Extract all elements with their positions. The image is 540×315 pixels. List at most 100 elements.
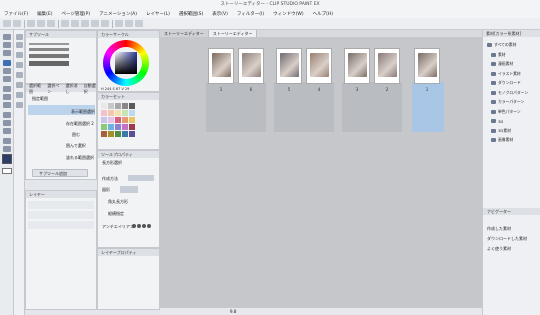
color-swatch[interactable] [108,131,114,137]
deselect-icon[interactable] [81,20,89,27]
rotate-tool-icon[interactable] [16,42,23,48]
snap-grid-icon[interactable] [125,20,133,27]
preset-item-5[interactable]: 囲んで選択 [66,143,86,149]
tab-story-editor-2[interactable]: ストーリーエディター [208,30,258,37]
material-folder-item[interactable]: 3D素材 [491,127,511,134]
color-swatch[interactable] [129,124,135,130]
color-wheel[interactable] [103,40,149,86]
undo-icon[interactable] [37,20,45,27]
color-swatch[interactable] [122,110,128,116]
menu-item-9[interactable]: ヘルプ(H) [313,11,333,17]
menu-item-6[interactable]: 表示(V) [212,11,228,17]
preset-item-3[interactable]: 存在範囲選択 2 [66,121,94,127]
preset-item-4[interactable]: 囲む [72,132,80,138]
material-folder-item[interactable]: ダウンロード [491,80,521,87]
color-swatch[interactable] [122,131,128,137]
color-swatch[interactable] [129,103,135,109]
save-icon[interactable] [27,20,35,27]
preset-item-6[interactable]: 塗れる範囲選択 [66,155,94,161]
material-folder-item[interactable]: 漫画素材 [491,61,513,68]
menu-item-7[interactable]: フィルター(I) [237,11,264,17]
tab-select[interactable]: 選択範囲 [29,83,41,95]
text-tool-icon[interactable] [3,138,11,144]
create-method-buttons[interactable] [128,175,154,181]
material-folder-item[interactable]: イラスト素材 [491,70,521,77]
page-thumbnail[interactable] [414,48,440,84]
brush-tool-icon[interactable] [3,102,11,108]
property-aspect[interactable]: 縦横指定 [108,211,124,217]
eraser-tool-icon[interactable] [3,112,11,118]
zoom-tool-icon[interactable] [3,34,11,40]
shape-buttons[interactable] [120,186,138,193]
color-swatch[interactable] [115,110,121,116]
auto-select-tool-icon[interactable] [3,68,11,74]
material-folder-item[interactable]: 画像素材 [491,137,513,144]
color-swatch[interactable] [122,124,128,130]
color-swatch[interactable] [108,124,114,130]
material-folder-item[interactable]: 3D [491,118,503,125]
color-swatch[interactable] [101,124,107,130]
pen-tool-icon[interactable] [3,86,11,92]
color-swatch[interactable] [129,131,135,137]
menu-item-5[interactable]: 選択範囲(S) [179,11,203,17]
selection-tool-icon[interactable] [3,60,11,66]
add-subtool-button[interactable]: サブツール追加 [32,169,88,177]
snap-perspective-icon[interactable] [135,20,143,27]
color-swatch[interactable] [115,103,121,109]
color-swatch[interactable] [122,103,128,109]
lasso-tool-icon[interactable] [16,52,23,58]
menu-item-0[interactable]: ファイル(F) [4,11,28,17]
tab-select-pen[interactable]: 選択ペン [47,83,59,95]
balloon-tool-icon[interactable] [3,146,11,152]
operation-tool-icon[interactable] [3,50,11,56]
navigator-item-2[interactable]: ダウンロードした素材 [487,236,527,242]
figure-tool-icon[interactable] [16,82,23,88]
navigator-item-3[interactable]: よく使う素材 [487,246,511,252]
redo-icon[interactable] [47,20,55,27]
color-swatch[interactable] [115,131,121,137]
transform-icon[interactable] [71,20,79,27]
invert-selection-icon[interactable] [91,20,99,27]
color-swatch[interactable] [101,103,107,109]
frame-tool-icon[interactable] [16,92,23,98]
tab-story-editor-1[interactable]: ストーリーエディター [160,30,209,37]
open-icon[interactable] [13,20,21,27]
page-thumbnail[interactable] [208,48,234,84]
property-rounded[interactable]: 角丸長方形 [108,199,128,205]
snap-ruler-icon[interactable] [115,20,123,27]
expand-selection-icon[interactable] [101,20,109,27]
menu-item-1[interactable]: 編集(E) [37,11,52,17]
page-thumbnail[interactable] [276,48,302,84]
color-swatch[interactable] [115,124,121,130]
page-thumbnail[interactable] [306,48,332,84]
menu-item-4[interactable]: レイヤー(L) [146,11,170,17]
move-tool-icon[interactable] [3,42,11,48]
tab-select-erase[interactable]: 選択消し [66,83,78,95]
correct-line-icon[interactable] [16,102,23,108]
marker-tool-icon[interactable] [16,62,23,68]
menu-item-2[interactable]: ページ管理(P) [61,11,90,17]
material-folder-item[interactable]: 単色パターン [491,108,521,115]
gradient-tool-icon[interactable] [3,128,11,134]
clear-icon[interactable] [61,20,69,27]
color-swatch[interactable] [115,117,121,123]
new-file-icon[interactable] [3,20,11,27]
main-color-swatch[interactable] [2,154,12,164]
page-thumbnail[interactable] [374,48,400,84]
material-root[interactable]: すべての素材 [487,41,516,48]
color-swatch[interactable] [108,117,114,123]
color-swatch[interactable] [129,117,135,123]
page-manager-canvas[interactable]: 1 6 5 4 3 2 1 [160,37,482,307]
color-swatch[interactable] [108,110,114,116]
preset-item-1[interactable]: 指定範囲 [32,96,48,102]
blend-tool-icon[interactable] [16,72,23,78]
color-swatch[interactable] [129,110,135,116]
material-folder-item[interactable]: モノクロパターン [491,89,528,96]
fill-tool-icon[interactable] [3,120,11,126]
navigator-item-1[interactable]: 作成した素材 [487,226,511,232]
page-thumbnail[interactable] [344,48,370,84]
antialias-selector[interactable] [132,224,152,229]
sub-color-swatch[interactable] [2,168,12,174]
material-folder-item[interactable]: カラーパターン [491,99,524,106]
color-swatch[interactable] [101,131,107,137]
